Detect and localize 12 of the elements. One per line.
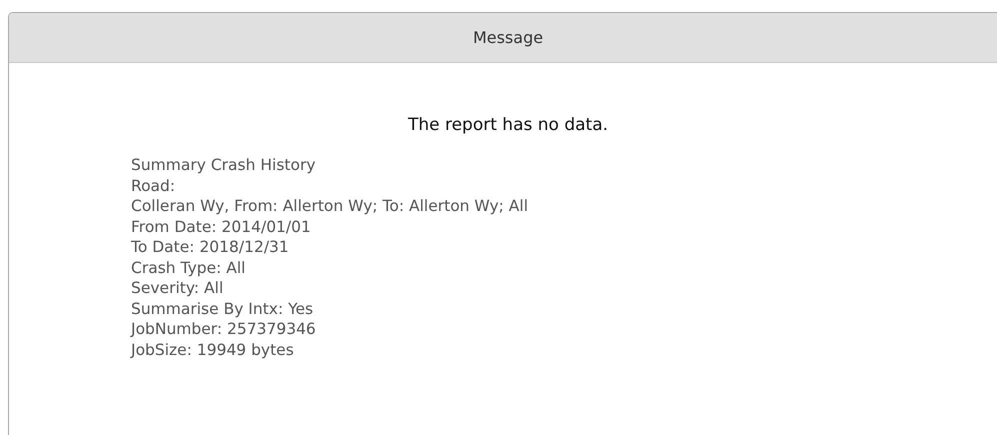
dialog-title: Message <box>472 28 544 47</box>
detail-line: Road: <box>131 176 176 196</box>
detail-line: To Date: 2018/12/31 <box>131 237 289 258</box>
detail-line: Severity: All <box>131 278 224 298</box>
message-text: The report has no data. <box>406 115 610 135</box>
detail-line: JobNumber: 257379346 <box>131 319 316 340</box>
detail-line: From Date: 2014/01/01 <box>131 216 311 237</box>
detail-line: Summary Crash History <box>131 155 316 176</box>
detail-line: Colleran Wy, From: Allerton Wy; To: Allerton Wy; All <box>131 196 528 216</box>
detail-line: Crash Type: All <box>131 258 246 278</box>
detail-line: JobSize: 19949 bytes <box>131 340 294 360</box>
detail-line: Summarise By Intx: Yes <box>131 298 314 319</box>
